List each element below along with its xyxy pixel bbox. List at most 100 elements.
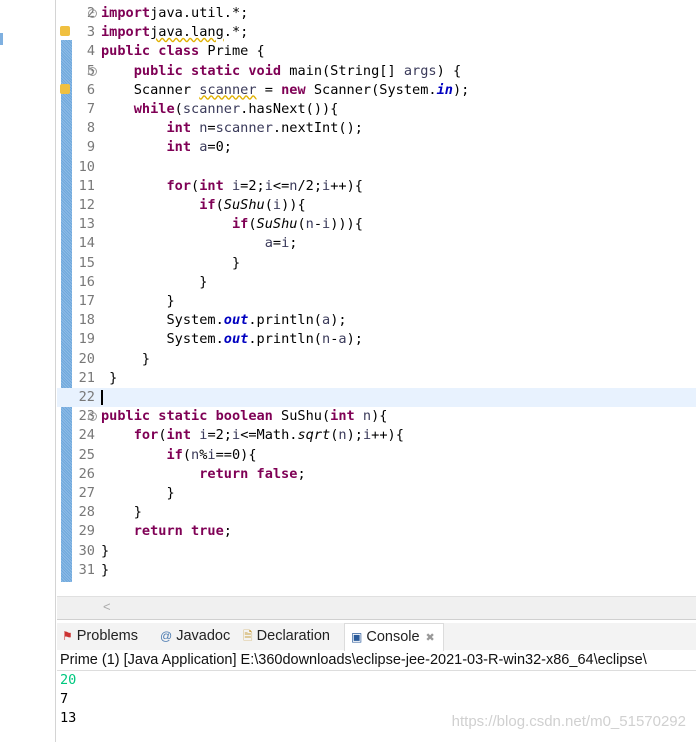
code-line[interactable]: 12 if(SuShu(i)){ bbox=[57, 196, 696, 215]
code-text: System.out.println(n-a); bbox=[101, 330, 363, 349]
code-token: } bbox=[101, 254, 241, 271]
code-token: i bbox=[264, 177, 273, 194]
code-token: java.util.*; bbox=[150, 5, 249, 21]
warning-icon[interactable] bbox=[60, 26, 70, 37]
javadoc-icon: @ bbox=[160, 629, 173, 643]
code-token: in bbox=[436, 81, 453, 98]
line-number: 9 bbox=[86, 139, 95, 156]
code-token: n bbox=[191, 446, 200, 463]
code-line[interactable]: 21 } bbox=[57, 369, 696, 388]
code-line[interactable]: 13 if(SuShu(n-i))){ bbox=[57, 215, 696, 234]
code-line[interactable]: 28 } bbox=[57, 503, 696, 522]
code-line[interactable]: 27 } bbox=[57, 484, 696, 503]
console-output[interactable]: 20 7 13 bbox=[60, 671, 76, 728]
code-token: return false bbox=[199, 465, 298, 482]
line-number: 22 bbox=[78, 389, 95, 405]
code-token: i bbox=[362, 427, 372, 444]
horizontal-scrollbar[interactable]: < bbox=[57, 596, 696, 620]
code-token: } bbox=[101, 561, 110, 578]
line-number: 4 bbox=[86, 43, 95, 60]
line-number: 18 bbox=[78, 312, 95, 329]
code-token: if bbox=[199, 197, 216, 213]
code-line[interactable]: 26 return false; bbox=[57, 465, 696, 484]
line-number: 28 bbox=[78, 504, 95, 521]
code-token: ==0){ bbox=[215, 446, 257, 463]
tab-declaration[interactable]: 🗎 Declaration bbox=[243, 623, 330, 650]
code-line[interactable]: 22 bbox=[57, 388, 696, 407]
code-token: = bbox=[272, 235, 282, 252]
code-token: /2; bbox=[297, 177, 323, 194]
code-token: for bbox=[133, 427, 159, 444]
tab-label: Javadoc bbox=[176, 628, 231, 644]
code-text: for(int i=2;i<=n/2;i++){ bbox=[101, 177, 363, 196]
code-line[interactable]: 25 if(n%i==0){ bbox=[57, 446, 696, 465]
code-line[interactable]: 10 bbox=[57, 158, 696, 177]
code-line[interactable]: 20 } bbox=[57, 350, 696, 369]
tab-console[interactable]: ▣ Console ✖ bbox=[344, 623, 444, 651]
scroll-left-icon[interactable]: < bbox=[103, 599, 111, 614]
code-line[interactable]: 3 importjava.lang.*; bbox=[57, 23, 696, 42]
code-token: if bbox=[231, 216, 249, 233]
bottom-panel-tabs: ⚑ Problems @ Javadoc 🗎 Declaration ▣ Console… bbox=[57, 623, 696, 651]
code-token: i bbox=[232, 427, 241, 444]
code-token: ; bbox=[289, 235, 298, 252]
code-line[interactable]: 15 } bbox=[57, 254, 696, 273]
warning-icon[interactable] bbox=[60, 83, 70, 94]
code-token: =2; bbox=[207, 427, 232, 444]
tab-label: Declaration bbox=[256, 628, 330, 644]
line-number: 12 bbox=[78, 197, 95, 213]
code-line[interactable]: 5− public static void main(String[] args… bbox=[57, 62, 696, 81]
code-line[interactable]: 23− public static boolean SuShu(int n){ bbox=[57, 407, 696, 426]
fold-icon[interactable]: − bbox=[88, 9, 97, 18]
code-line[interactable]: 31} bbox=[57, 561, 696, 580]
code-token: } bbox=[101, 273, 208, 290]
line-number: 6 bbox=[86, 81, 95, 98]
line-number: 14 bbox=[78, 235, 95, 252]
code-text: } bbox=[101, 503, 142, 522]
tab-problems[interactable]: ⚑ Problems bbox=[62, 623, 138, 650]
code-token: i bbox=[322, 216, 331, 233]
code-token: System. bbox=[101, 312, 224, 329]
code-line[interactable]: 6 Scanner scanner = new Scanner(System.i… bbox=[57, 81, 696, 100]
code-token: ); bbox=[346, 331, 363, 348]
code-token: .hasNext()){ bbox=[240, 101, 339, 117]
code-token: for bbox=[166, 177, 192, 194]
code-text: a=i; bbox=[101, 234, 298, 253]
close-icon[interactable]: ✖ bbox=[426, 632, 435, 644]
code-text: public static void main(String[] args) { bbox=[101, 62, 461, 81]
code-line[interactable]: 11 for(int i=2;i<=n/2;i++){ bbox=[57, 177, 696, 196]
line-number: 24 bbox=[78, 427, 95, 444]
code-token: return true bbox=[133, 523, 224, 540]
code-token: n bbox=[354, 408, 372, 425]
code-token: n bbox=[338, 427, 347, 444]
code-token: new bbox=[281, 81, 306, 98]
code-token: ( bbox=[174, 101, 183, 117]
code-line[interactable]: 7 while(scanner.hasNext()){ bbox=[57, 100, 696, 119]
tab-javadoc[interactable]: @ Javadoc bbox=[160, 623, 230, 650]
code-line[interactable]: 29 return true; bbox=[57, 522, 696, 541]
code-token: ( bbox=[182, 446, 192, 463]
code-line[interactable]: 17 } bbox=[57, 292, 696, 311]
code-token: SuShu bbox=[256, 216, 298, 233]
code-token: i bbox=[223, 177, 241, 194]
code-line[interactable]: 8 int n=scanner.nextInt(); bbox=[57, 119, 696, 138]
code-line[interactable]: 24 for(int i=2;i<=Math.sqrt(n);i++){ bbox=[57, 426, 696, 445]
code-line[interactable]: 14 a=i; bbox=[57, 234, 696, 253]
code-token: } bbox=[101, 293, 175, 309]
code-line[interactable]: 16 } bbox=[57, 273, 696, 292]
fold-icon[interactable]: − bbox=[88, 66, 97, 76]
fold-icon[interactable]: − bbox=[88, 412, 97, 422]
code-line[interactable]: 19 System.out.println(n-a); bbox=[57, 330, 696, 349]
code-line[interactable]: 4 public class Prime { bbox=[57, 42, 696, 61]
code-token: while bbox=[133, 101, 175, 117]
line-number: 16 bbox=[78, 273, 95, 290]
code-editor[interactable]: 2− importjava.util.*; 3 importjava.lang.*; 4… bbox=[57, 0, 696, 598]
code-token: if bbox=[166, 446, 183, 463]
code-line[interactable]: 30} bbox=[57, 542, 696, 561]
code-line[interactable]: 18 System.out.println(a); bbox=[57, 311, 696, 330]
code-line[interactable]: 9 int a=0; bbox=[57, 138, 696, 157]
code-line[interactable]: 2− importjava.util.*; bbox=[57, 4, 696, 23]
code-text: if(n%i==0){ bbox=[101, 446, 257, 465]
